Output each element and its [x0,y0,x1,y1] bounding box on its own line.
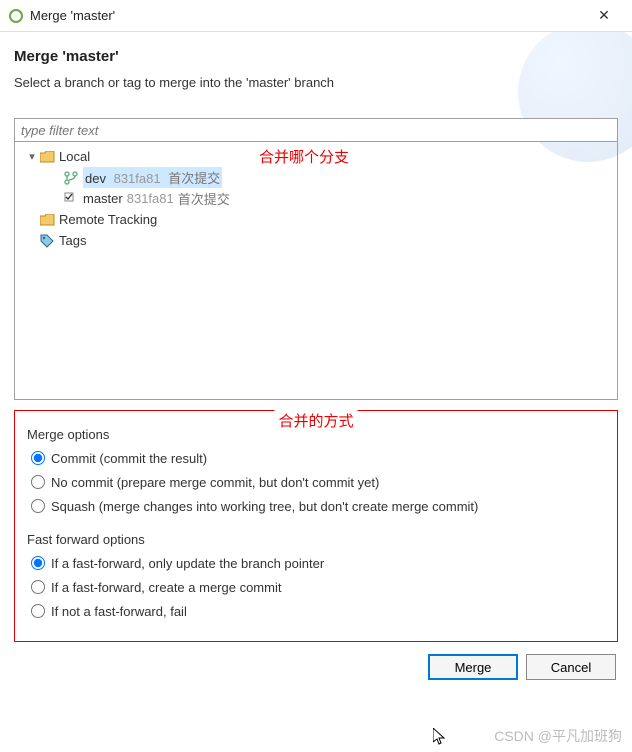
filter-input[interactable] [14,118,618,142]
tree-node-master[interactable]: master 831fa81 首次提交 [17,188,615,209]
cancel-button[interactable]: Cancel [526,654,616,680]
branch-tree[interactable]: 合并哪个分支 ▾ Local dev 831fa81 首次提交 master 8… [14,142,618,400]
radio-ff-update[interactable]: If a fast-forward, only update the branc… [27,551,605,575]
chevron-down-icon[interactable]: ▾ [25,150,39,163]
checked-branch-icon [63,191,79,207]
folder-icon [39,212,55,228]
tree-node-tags[interactable]: Tags [17,230,615,251]
radio-commit-input[interactable] [31,451,45,465]
radio-squash-label: Squash (merge changes into working tree,… [51,499,478,514]
close-button[interactable]: ✕ [584,1,624,31]
radio-ff-update-input[interactable] [31,556,45,570]
radio-ff-create-commit-input[interactable] [31,580,45,594]
tree-label-remote: Remote Tracking [59,212,157,227]
radio-ff-create-commit-label: If a fast-forward, create a merge commit [51,580,281,595]
branch-icon [63,170,79,186]
tree-msg-dev: 首次提交 [168,171,220,186]
tree-node-remote[interactable]: Remote Tracking [17,209,615,230]
titlebar: Merge 'master' ✕ [0,0,632,32]
radio-not-ff-fail-label: If not a fast-forward, fail [51,604,187,619]
tree-label-tags: Tags [59,233,86,248]
tree-msg-master: 首次提交 [178,189,230,208]
radio-no-commit-input[interactable] [31,475,45,489]
folder-icon [39,149,55,165]
annotation-merge-method: 合并的方式 [274,410,357,431]
radio-commit-label: Commit (commit the result) [51,451,207,466]
radio-commit[interactable]: Commit (commit the result) [27,446,605,470]
app-icon [8,8,24,24]
radio-no-commit-label: No commit (prepare merge commit, but don… [51,475,379,490]
ff-options-label: Fast forward options [27,532,605,547]
tree-hash-dev: 831fa81 [114,171,161,186]
tree-label-master: master [83,191,123,206]
radio-squash-input[interactable] [31,499,45,513]
button-bar: Merge Cancel [0,642,632,692]
options-panel: 合并的方式 Merge options Commit (commit the r… [14,410,618,642]
page-title: Merge 'master' [14,48,618,65]
tree-hash-master: 831fa81 [127,191,174,206]
radio-ff-create-commit[interactable]: If a fast-forward, create a merge commit [27,575,605,599]
annotation-which-branch: 合并哪个分支 [259,146,349,167]
cursor-icon [433,728,447,751]
page-description: Select a branch or tag to merge into the… [14,75,618,90]
merge-button[interactable]: Merge [428,654,518,680]
radio-not-ff-fail[interactable]: If not a fast-forward, fail [27,599,605,623]
window-title: Merge 'master' [30,8,584,23]
tags-icon [39,233,55,249]
dialog-header: Merge 'master' Select a branch or tag to… [14,42,618,104]
watermark: CSDN @平凡加班狗 [494,726,622,746]
tree-label-local: Local [59,149,90,164]
radio-ff-update-label: If a fast-forward, only update the branc… [51,556,324,571]
radio-no-commit[interactable]: No commit (prepare merge commit, but don… [27,470,605,494]
tree-node-dev[interactable]: dev 831fa81 首次提交 [17,167,615,188]
tree-label-dev: dev [85,171,106,186]
radio-not-ff-fail-input[interactable] [31,604,45,618]
radio-squash[interactable]: Squash (merge changes into working tree,… [27,494,605,518]
